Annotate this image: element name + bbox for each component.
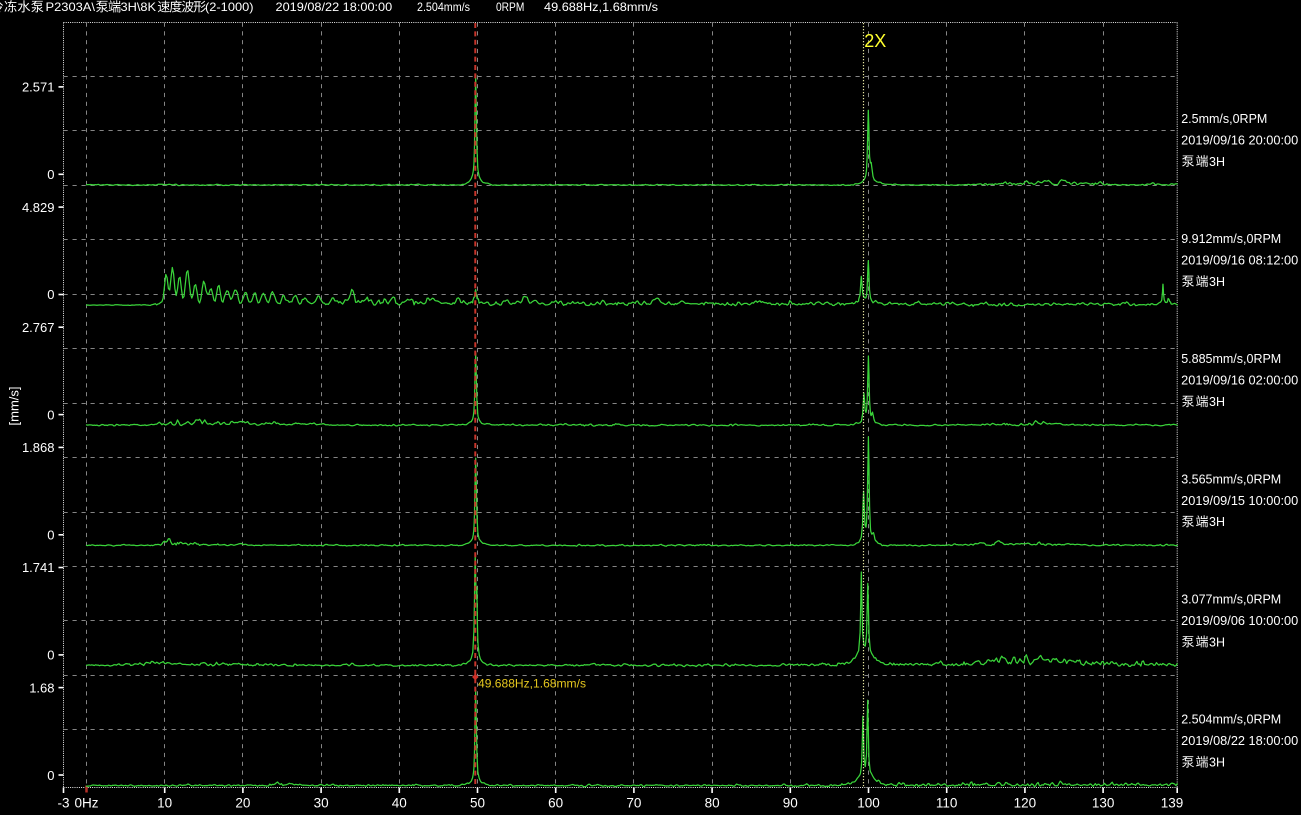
svg-text:3H: 3H [1209,756,1225,770]
svg-text:49.688Hz,1.68mm/s: 49.688Hz,1.68mm/s [478,676,586,690]
svg-text:(2-1000): (2-1000) [205,0,254,14]
svg-text:0: 0 [47,648,54,663]
svg-text:-3: -3 [57,796,69,811]
svg-text:2019/09/06 10:00:00: 2019/09/06 10:00:00 [1181,614,1298,628]
svg-text:3.077mm/s,0RPM: 3.077mm/s,0RPM [1181,592,1281,606]
svg-text:2.5mm/s,0RPM: 2.5mm/s,0RPM [1181,112,1267,126]
svg-text:3H: 3H [1209,395,1225,409]
svg-text:120: 120 [1014,796,1037,811]
svg-text:20: 20 [235,796,250,811]
svg-text:49.688Hz,1.68mm/s: 49.688Hz,1.68mm/s [544,0,658,14]
svg-text:2X: 2X [864,31,886,51]
svg-text:0RPM: 0RPM [496,0,524,14]
svg-text:90: 90 [783,796,798,811]
svg-text:3H: 3H [1209,275,1225,289]
svg-text:3H: 3H [1209,515,1225,529]
svg-text:10: 10 [157,796,172,811]
svg-text:2.571: 2.571 [22,80,55,95]
svg-text:40: 40 [392,796,407,811]
svg-text:2019/09/16 20:00:00: 2019/09/16 20:00:00 [1181,133,1298,147]
svg-text:2019/08/22 18:00:00: 2019/08/22 18:00:00 [1181,734,1298,748]
svg-text:70: 70 [626,796,641,811]
svg-text:2019/09/16 02:00:00: 2019/09/16 02:00:00 [1181,374,1298,388]
svg-text:2.504mm/s,0RPM: 2.504mm/s,0RPM [1181,713,1281,727]
svg-text:2.504mm/s: 2.504mm/s [417,0,470,14]
svg-text:3.565mm/s,0RPM: 3.565mm/s,0RPM [1181,472,1281,486]
svg-text:0Hz: 0Hz [74,796,98,811]
svg-text:1.868: 1.868 [22,440,55,455]
svg-text:P2303A\: P2303A\ [46,0,96,14]
svg-text:[mm/s]: [mm/s] [7,387,22,426]
svg-text:9.912mm/s,0RPM: 9.912mm/s,0RPM [1181,232,1281,246]
svg-text:100: 100 [857,796,880,811]
svg-text:139: 139 [1161,796,1184,811]
svg-text:0: 0 [47,528,54,543]
svg-text:0: 0 [47,407,54,422]
svg-text:3H: 3H [1209,155,1225,169]
svg-text:2019/08/22 18:00:00: 2019/08/22 18:00:00 [276,0,393,14]
svg-text:0: 0 [47,768,54,783]
svg-text:4.829: 4.829 [22,200,55,215]
svg-text:1.68: 1.68 [29,680,54,695]
svg-text:3H: 3H [1209,635,1225,649]
svg-text:2019/09/15 10:00:00: 2019/09/15 10:00:00 [1181,494,1298,508]
svg-text:60: 60 [548,796,563,811]
svg-text:2019/09/16 08:12:00: 2019/09/16 08:12:00 [1181,254,1298,268]
svg-text:5.885mm/s,0RPM: 5.885mm/s,0RPM [1181,352,1281,366]
svg-text:3H\8K: 3H\8K [121,0,157,14]
svg-text:80: 80 [705,796,720,811]
svg-text:1.741: 1.741 [22,560,55,575]
svg-text:130: 130 [1092,796,1115,811]
svg-text:50: 50 [470,796,485,811]
svg-text:0: 0 [47,167,54,182]
svg-text:110: 110 [936,796,958,811]
svg-text:30: 30 [314,796,329,811]
svg-text:2.767: 2.767 [22,320,55,335]
svg-text:0: 0 [47,287,54,302]
